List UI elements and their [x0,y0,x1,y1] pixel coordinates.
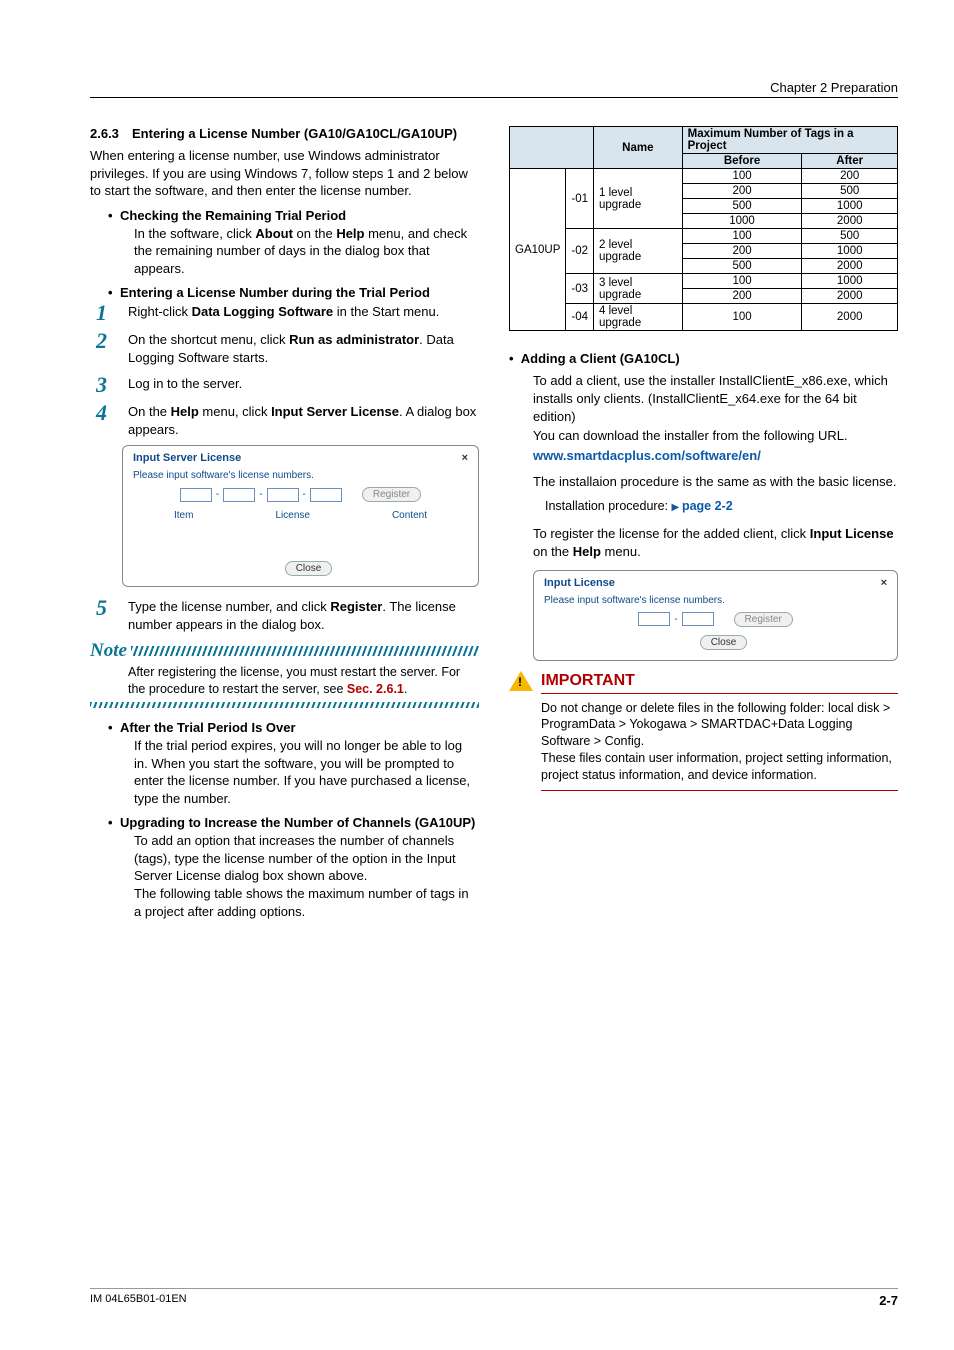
table-row: GA10UP-011 level upgrade100200 [510,169,898,184]
important-body-2: These files contain user information, pr… [541,750,898,784]
page-footer: IM 04L65B01-01EN 2-7 [90,1288,898,1308]
sub-checking-trial: • Checking the Remaining Trial Period [108,208,479,223]
download-url-link[interactable]: www.smartdacplus.com/software/en/ [533,448,761,463]
note-header: Note [90,640,479,662]
adding-client-heading: • Adding a Client (GA10CL) [509,351,898,366]
install-procedure-line: Installation procedure: ▶ page 2-2 [545,499,898,513]
chapter-header: Chapter 2 Preparation [90,80,898,98]
hatch-decoration [90,702,479,708]
input-license-dialog: Input License× Please input software's l… [533,570,898,661]
important-box: IMPORTANT Do not change or delete files … [509,671,898,791]
step-2: 2 On the shortcut menu, click Run as adm… [90,330,479,367]
license-input[interactable] [310,488,342,502]
sub4-body: To add an option that increases the numb… [134,832,479,920]
section-title-text: Entering a License Number (GA10/GA10CL/G… [132,126,457,141]
input-server-license-dialog: Input Server License× Please input softw… [122,445,479,587]
license-input[interactable] [180,488,212,502]
step-3: 3 Log in to the server. [90,374,479,396]
close-button[interactable]: Close [700,635,748,650]
triangle-icon: ▶ [671,502,681,513]
close-icon[interactable]: × [462,452,468,464]
upgrade-table: Name Maximum Number of Tags in a Project… [509,126,898,331]
important-body-1: Do not change or delete files in the fol… [541,700,898,751]
left-column: 2.6.3 Entering a License Number (GA10/GA… [90,126,479,928]
sec-link[interactable]: Sec. 2.6.1 [347,682,404,696]
step-5: 5 Type the license number, and click Reg… [90,597,479,634]
step-4: 4 On the Help menu, click Input Server L… [90,402,479,439]
right-column: Name Maximum Number of Tags in a Project… [509,126,898,928]
license-input[interactable] [267,488,299,502]
step-1: 1 Right-click Data Logging Software in t… [90,302,479,324]
client-body-3: To register the license for the added cl… [533,525,898,561]
section-title: 2.6.3 Entering a License Number (GA10/GA… [90,126,479,141]
table-row: -022 level upgrade100500 [510,229,898,244]
table-row: -033 level upgrade1001000 [510,274,898,289]
sub1-body: In the software, click About on the Help… [134,225,479,278]
sub3-body: If the trial period expires, you will no… [134,737,479,807]
license-input[interactable] [638,612,670,626]
table-row: -044 level upgrade1002000 [510,304,898,331]
section-number: 2.6.3 [90,126,132,141]
close-icon[interactable]: × [881,577,887,589]
warning-icon [509,671,533,691]
sub-after-trial: • After the Trial Period Is Over [108,720,479,735]
register-button[interactable]: Register [734,612,793,627]
hatch-decoration [131,646,479,656]
register-button[interactable]: Register [362,487,421,502]
license-input[interactable] [682,612,714,626]
sub-entering-license: • Entering a License Number during the T… [108,285,479,300]
client-body-1: To add a client, use the installer Insta… [533,372,898,445]
doc-id: IM 04L65B01-01EN [90,1293,187,1308]
close-button[interactable]: Close [285,561,333,576]
note-body: After registering the license, you must … [128,664,479,698]
license-input[interactable] [223,488,255,502]
client-body-2: The installaion procedure is the same as… [533,473,898,491]
intro-paragraph: When entering a license number, use Wind… [90,147,479,200]
page-link[interactable]: page 2-2 [682,499,733,513]
sub-upgrading: • Upgrading to Increase the Number of Ch… [108,815,479,830]
page-number: 2-7 [879,1293,898,1308]
important-title: IMPORTANT [541,672,635,690]
